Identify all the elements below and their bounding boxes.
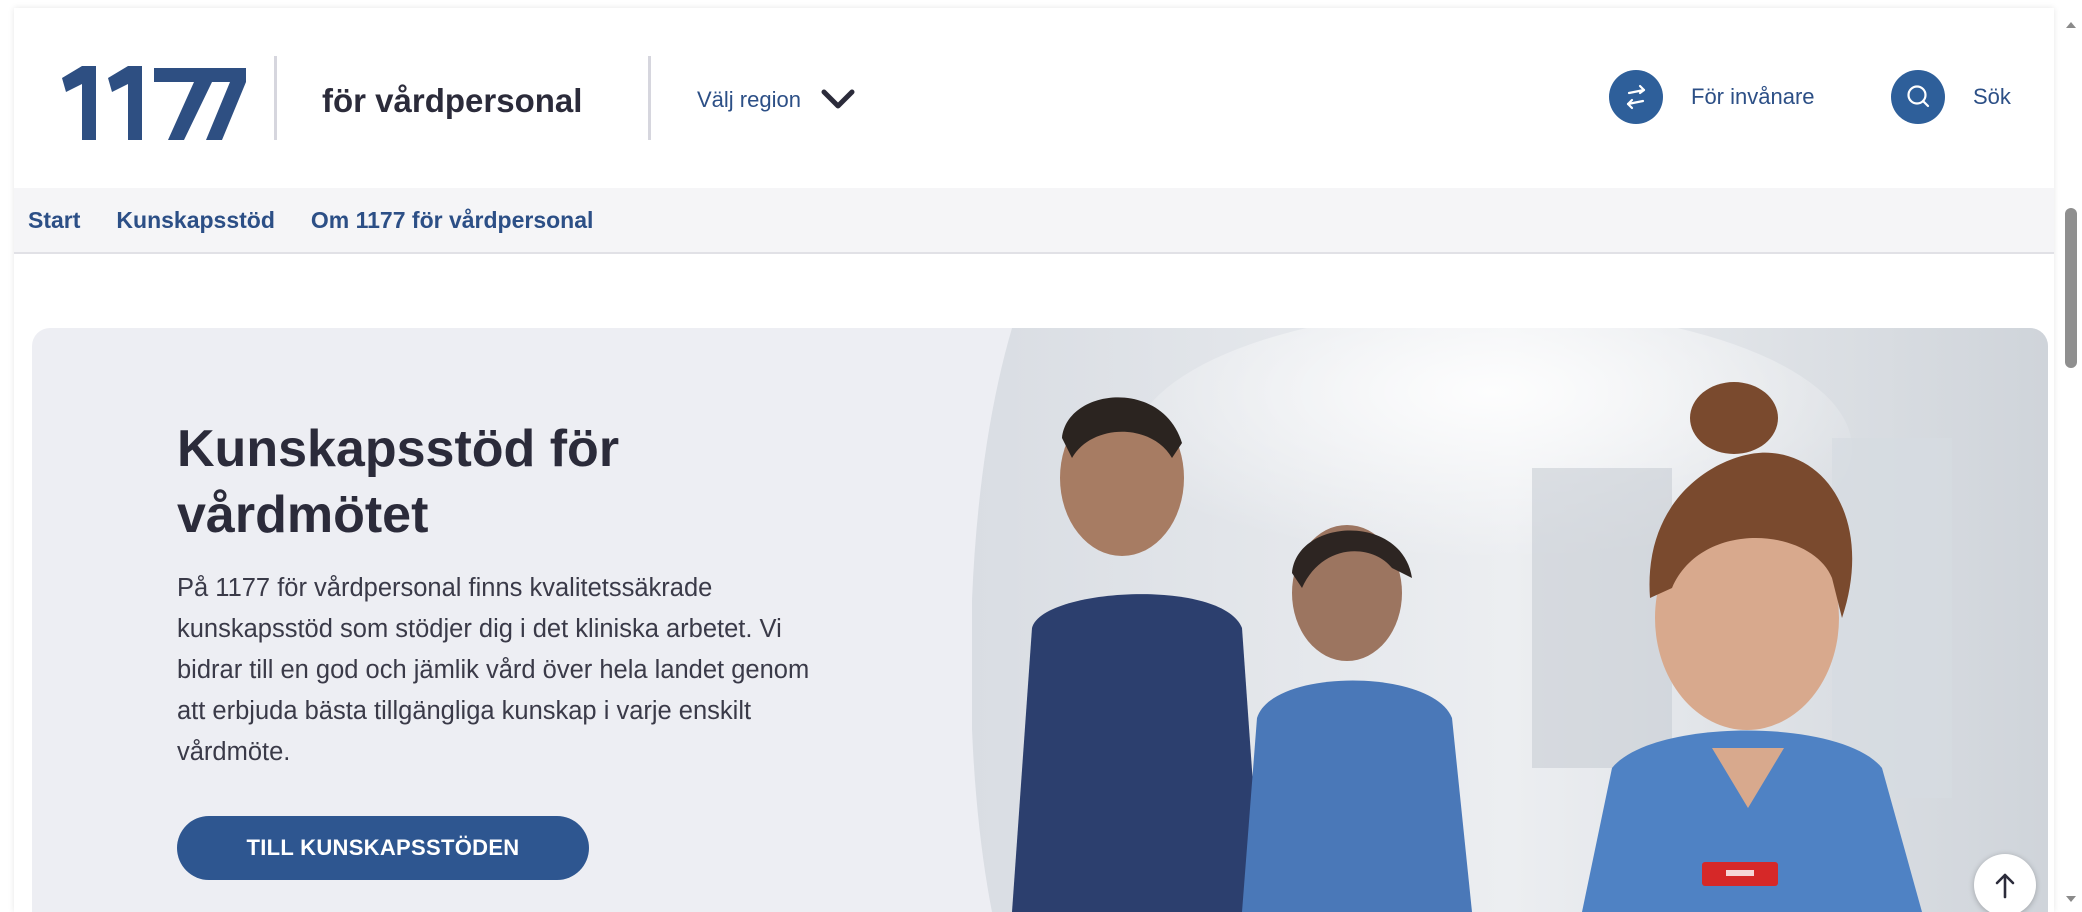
nav-item-start[interactable]: Start — [28, 207, 80, 234]
search-label: Sök — [1973, 84, 2011, 109]
back-to-top-button[interactable] — [1974, 854, 2036, 912]
page: för vårdpersonal Välj region För invånar… — [14, 8, 2054, 912]
header-divider — [274, 56, 277, 140]
till-kunskapsstoden-button[interactable]: TILL KUNSKAPSSTÖDEN — [177, 816, 589, 880]
hero-title: Kunskapsstöd för vårdmötet — [177, 420, 620, 544]
logo-1177[interactable] — [56, 48, 256, 158]
site-header: för vårdpersonal Välj region För invånar… — [14, 8, 2054, 188]
swap-arrows-icon — [1609, 70, 1663, 124]
header-divider — [648, 56, 651, 140]
scroll-up-arrow[interactable] — [2066, 22, 2076, 28]
arrow-up-icon — [1995, 873, 2015, 899]
region-selector[interactable]: Välj region — [697, 86, 857, 114]
vertical-scrollbar[interactable] — [2060, 8, 2082, 912]
search-button[interactable]: Sök — [1891, 70, 2011, 124]
hero-section: Kunskapsstöd för vårdmötet På 1177 för v… — [32, 328, 2048, 912]
chevron-down-icon — [821, 89, 855, 109]
nav-item-om[interactable]: Om 1177 för vårdpersonal — [311, 207, 594, 234]
main-navigation: Start Kunskapsstöd Om 1177 för vårdperso… — [14, 188, 2054, 254]
logo-1177-image — [62, 66, 246, 140]
for-invanare-link[interactable]: För invånare — [1609, 70, 1815, 124]
nav-item-kunskapsstod[interactable]: Kunskapsstöd — [116, 207, 274, 234]
search-icon — [1891, 70, 1945, 124]
scrollbar-thumb[interactable] — [2065, 208, 2077, 368]
for-invanare-label: För invånare — [1691, 84, 1815, 109]
site-title: för vårdpersonal — [322, 82, 583, 119]
scroll-down-arrow[interactable] — [2066, 896, 2076, 902]
hero-photo — [972, 328, 2048, 912]
hero-description: På 1177 för vårdpersonal finns kvalitets… — [177, 574, 810, 766]
region-selector-label: Välj region — [697, 87, 801, 112]
